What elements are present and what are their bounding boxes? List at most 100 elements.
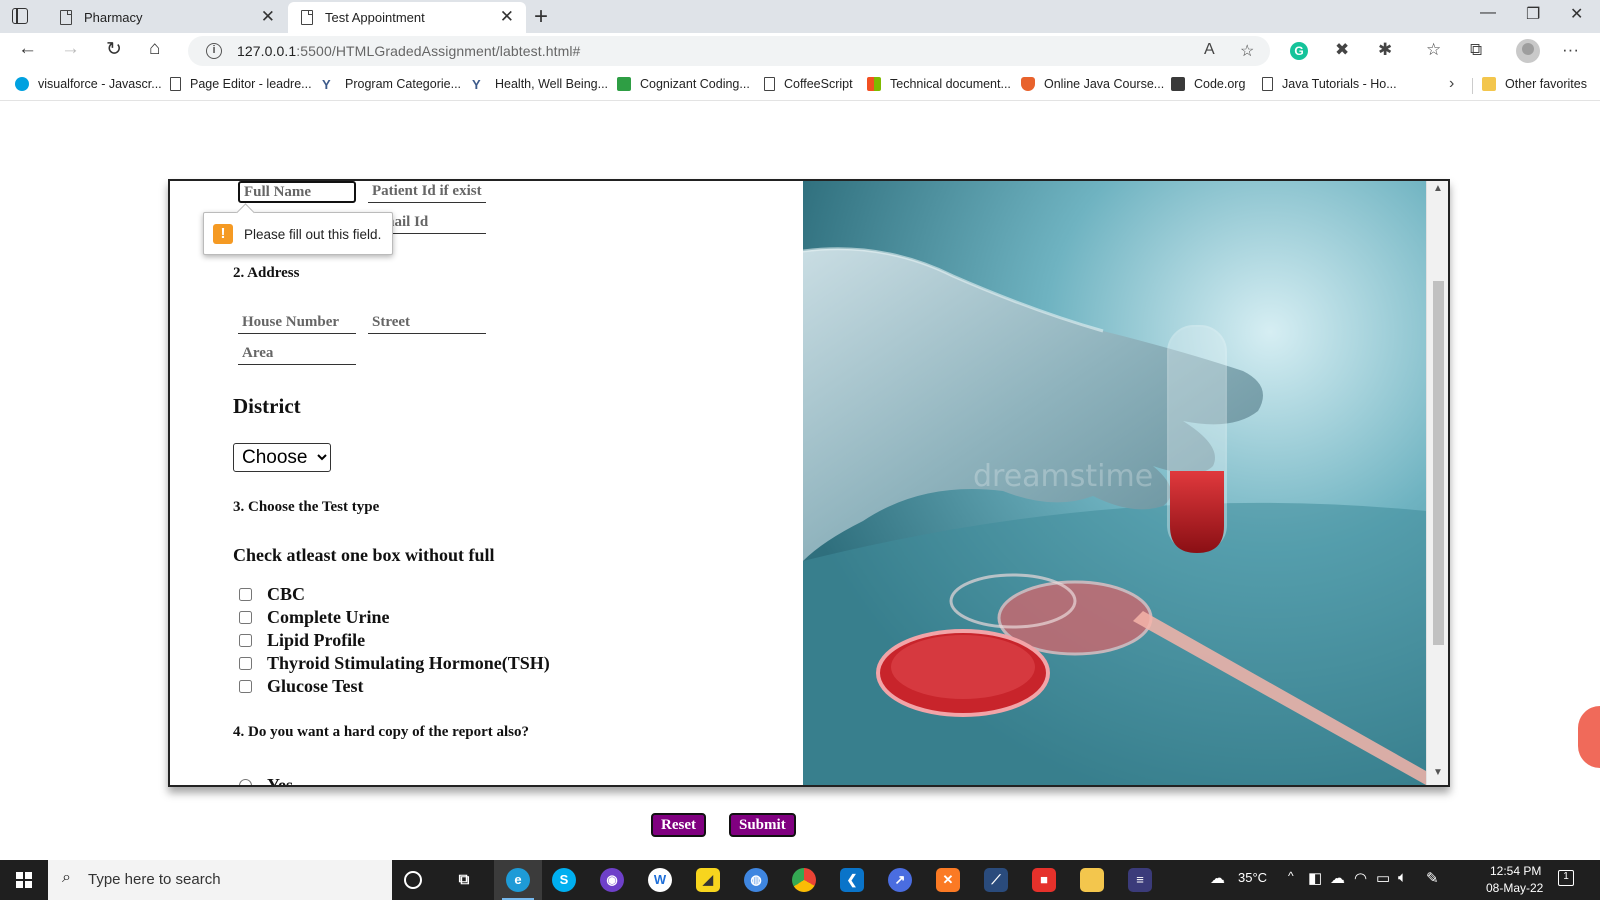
favorite-item[interactable]: Java Tutorials - Ho... — [1262, 77, 1397, 91]
extensions-puzzle-icon[interactable]: ✱ — [1378, 40, 1392, 60]
test-type-label: 3. Choose the Test type — [233, 499, 380, 515]
wifi-icon[interactable]: ◠ — [1354, 869, 1367, 887]
weather-cloud-icon[interactable]: ☁ — [1210, 869, 1225, 887]
onedrive-icon[interactable]: ☁ — [1330, 869, 1345, 887]
minimize-icon[interactable]: — — [1480, 4, 1496, 22]
scroll-thumb[interactable] — [1433, 281, 1444, 645]
favorite-item[interactable]: Online Java Course... — [1021, 77, 1164, 91]
tab-test-appointment[interactable]: Test Appointment ✕ — [288, 2, 526, 33]
test-checkbox[interactable] — [239, 611, 252, 624]
taskbar-search[interactable]: ⌕ Type here to search — [48, 860, 392, 900]
pen-icon[interactable]: ✎ — [1426, 869, 1439, 887]
app-icon[interactable]: ↗ — [888, 868, 912, 892]
test-label: Glucose Test — [267, 676, 364, 696]
favorites-separator — [1472, 78, 1473, 94]
close-icon[interactable]: ✕ — [500, 7, 514, 27]
grammarly-icon[interactable]: G — [1290, 42, 1308, 60]
skype-icon[interactable]: S — [552, 868, 576, 892]
other-favorites[interactable]: Other favorites — [1482, 77, 1587, 91]
windows-start-icon[interactable] — [16, 872, 32, 888]
xampp-icon[interactable]: ✕ — [936, 868, 960, 892]
hardcopy-yes-option[interactable]: Yes — [239, 775, 293, 785]
test-checkbox[interactable] — [239, 634, 252, 647]
file-explorer-icon[interactable] — [1080, 868, 1104, 892]
read-aloud-icon[interactable]: A — [1204, 41, 1215, 59]
search-placeholder: Type here to search — [88, 871, 221, 888]
chevron-right-icon[interactable]: › — [1449, 75, 1454, 93]
clock-date[interactable]: 08-May-22 — [1486, 881, 1543, 895]
vscode-icon[interactable]: ❮ — [840, 868, 864, 892]
favorite-label: Cognizant Coding... — [640, 77, 750, 91]
tab-pharmacy[interactable]: Pharmacy ✕ — [47, 2, 287, 33]
scroll-down-arrow-icon[interactable]: ▼ — [1433, 767, 1443, 778]
favorite-item[interactable]: Cognizant Coding... — [617, 77, 750, 91]
battery-icon[interactable]: ▭ — [1376, 869, 1390, 887]
temperature[interactable]: 35°C — [1238, 870, 1267, 885]
lab-photo-illustration: dreamstime — [803, 181, 1426, 785]
network-tool-icon[interactable]: ⟋ — [984, 868, 1008, 892]
close-icon[interactable]: ✕ — [261, 7, 275, 27]
app-stack-icon[interactable]: ≡ — [1128, 868, 1152, 892]
home-icon[interactable]: ⌂ — [149, 38, 160, 60]
favorite-item[interactable]: Technical document... — [867, 77, 1011, 91]
meet-now-icon[interactable]: ◧ — [1308, 869, 1322, 887]
add-favorite-icon[interactable]: ☆ — [1240, 41, 1254, 61]
info-icon[interactable]: i — [206, 43, 222, 59]
clock-time[interactable]: 12:54 PM — [1490, 864, 1541, 878]
back-arrow-icon[interactable]: ← — [18, 38, 37, 60]
tab-actions-icon[interactable] — [12, 8, 28, 24]
collections-icon[interactable]: ⧉ — [1470, 40, 1482, 60]
vertical-scrollbar[interactable]: ▲ ▼ — [1426, 181, 1448, 785]
url-text[interactable]: 127.0.0.1:5500/HTMLGradedAssignment/labt… — [237, 43, 580, 59]
task-view-icon[interactable]: ⧉ — [452, 868, 476, 892]
window-close-icon[interactable]: ✕ — [1570, 4, 1583, 24]
chevron-up-icon[interactable]: ^ — [1288, 869, 1294, 883]
more-menu-icon[interactable]: ··· — [1562, 40, 1579, 60]
favorite-item[interactable]: Y Health, Well Being... — [472, 77, 608, 92]
extension-icon[interactable]: ✖ — [1335, 40, 1349, 60]
hardcopy-yes-radio[interactable] — [239, 779, 252, 785]
volume-icon[interactable]: 🔈︎ — [1398, 869, 1407, 886]
forward-arrow-icon[interactable]: → — [61, 38, 80, 60]
word-icon[interactable]: W — [648, 868, 672, 892]
test-option-glucose[interactable]: Glucose Test — [239, 676, 364, 697]
test-checkbox[interactable] — [239, 657, 252, 670]
area-input[interactable] — [238, 343, 356, 365]
test-option-cbc[interactable]: CBC — [239, 584, 305, 605]
house-number-input[interactable] — [238, 312, 356, 334]
cortana-icon[interactable] — [404, 871, 422, 889]
restore-icon[interactable]: ❐ — [1526, 4, 1540, 24]
favorite-item[interactable]: visualforce - Javascr... — [15, 77, 162, 91]
floating-widget[interactable] — [1578, 706, 1600, 768]
favorite-label: visualforce - Javascr... — [38, 77, 162, 91]
street-input[interactable] — [368, 312, 486, 334]
favorite-item[interactable]: CoffeeScript — [764, 77, 853, 91]
scroll-up-arrow-icon[interactable]: ▲ — [1433, 183, 1443, 194]
photo-watermark: dreamstime — [973, 459, 1153, 494]
firefox-icon[interactable]: ◍ — [744, 868, 768, 892]
favorites-icon[interactable]: ☆ — [1426, 40, 1441, 60]
reset-button[interactable]: Reset — [651, 813, 706, 837]
edge-browser-icon[interactable]: e — [506, 868, 530, 892]
test-option-lipid[interactable]: Lipid Profile — [239, 630, 365, 651]
full-name-input[interactable] — [238, 181, 356, 203]
sticky-notes-icon[interactable]: ◢ — [696, 868, 720, 892]
submit-button[interactable]: Submit — [729, 813, 796, 837]
favorite-item[interactable]: Code.org — [1171, 77, 1245, 91]
patient-id-input[interactable] — [368, 181, 486, 203]
favorite-item[interactable]: Page Editor - leadre... — [170, 77, 312, 91]
profile-avatar[interactable] — [1516, 39, 1540, 63]
notification-icon[interactable]: 1 — [1558, 870, 1574, 886]
favorite-item[interactable]: Y Program Categorie... — [322, 77, 461, 92]
test-option-tsh[interactable]: Thyroid Stimulating Hormone(TSH) — [239, 653, 550, 674]
screen-recorder-icon[interactable]: ■ — [1032, 868, 1056, 892]
refresh-icon[interactable]: ↻ — [106, 38, 122, 61]
address-bar[interactable]: i 127.0.0.1:5500/HTMLGradedAssignment/la… — [188, 36, 1270, 66]
chrome-icon[interactable] — [792, 868, 816, 892]
test-checkbox[interactable] — [239, 588, 252, 601]
github-icon[interactable]: ◉ — [600, 868, 624, 892]
district-select[interactable]: Choose — [233, 443, 331, 472]
new-tab-button[interactable]: + — [534, 3, 548, 31]
test-option-urine[interactable]: Complete Urine — [239, 607, 389, 628]
test-checkbox[interactable] — [239, 680, 252, 693]
